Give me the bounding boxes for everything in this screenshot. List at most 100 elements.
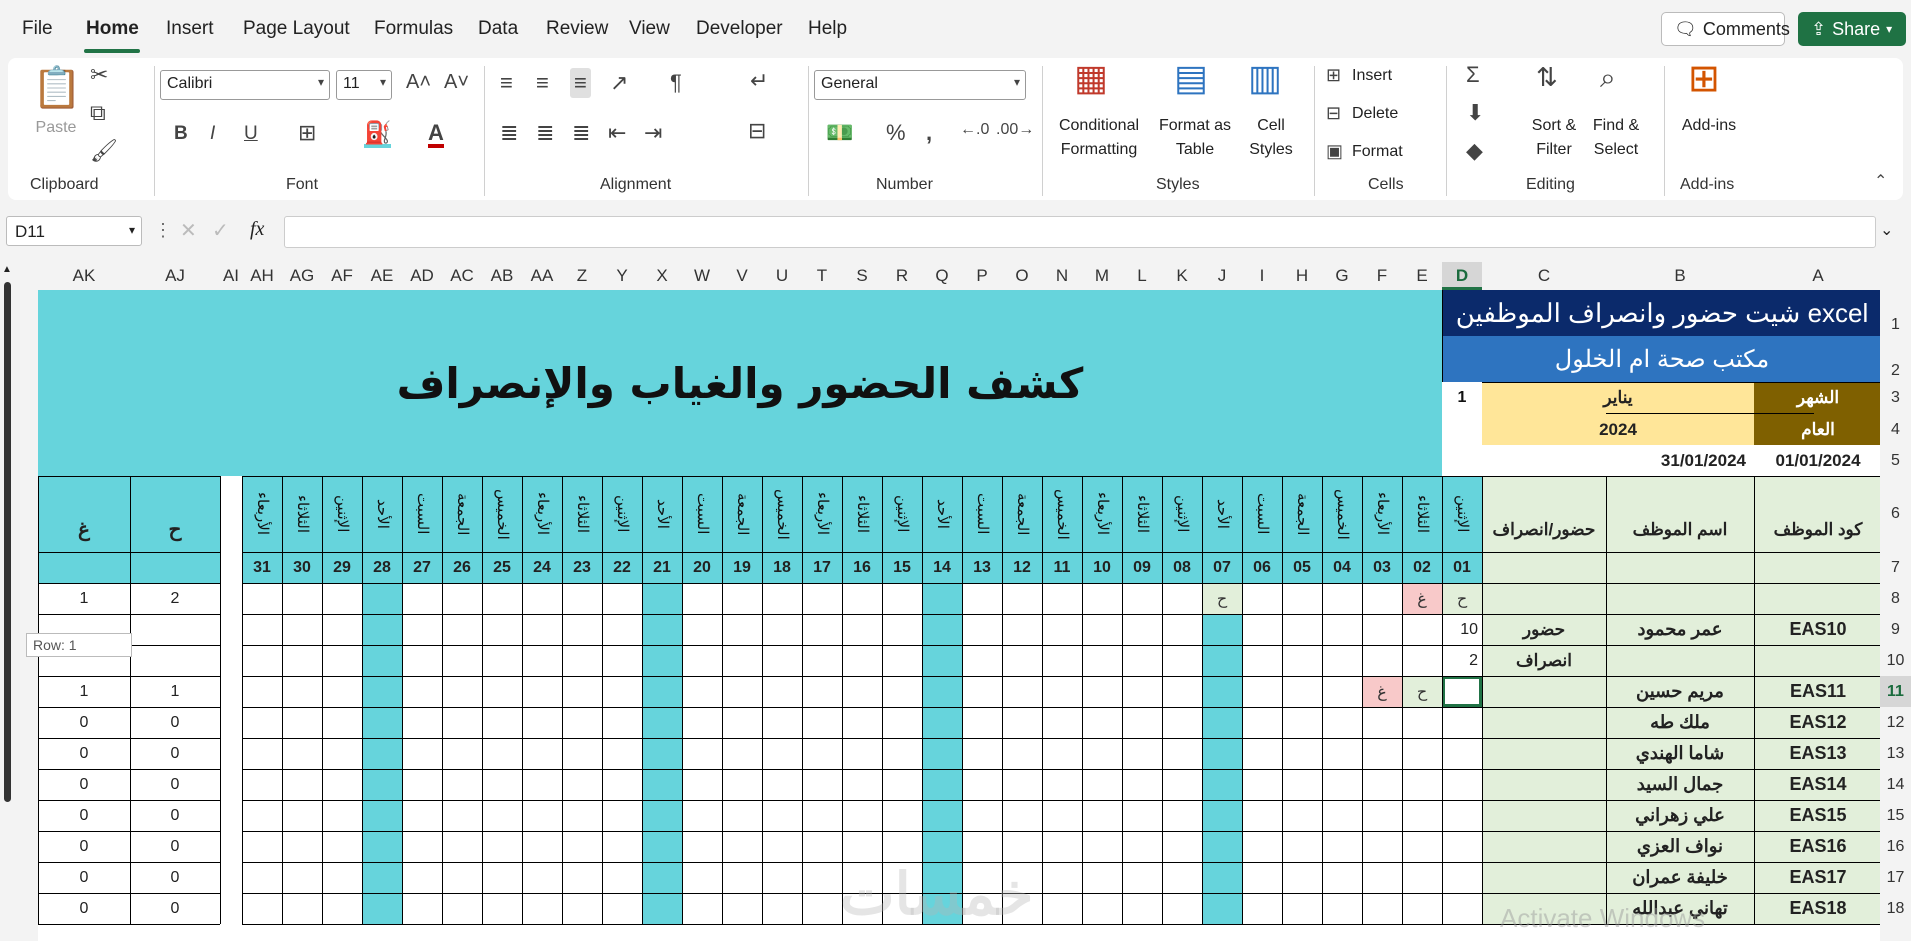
orientation-icon[interactable]: ↗ <box>610 72 628 94</box>
row-header-8[interactable]: 8 <box>1880 583 1911 614</box>
row-header-12[interactable]: 12 <box>1880 707 1911 738</box>
align-middle-icon[interactable]: ≡ <box>536 72 549 94</box>
currency-icon[interactable]: 💵 <box>826 122 853 144</box>
row-header-7[interactable]: 7 <box>1880 552 1911 583</box>
increase-decimal-icon[interactable]: ←.0 <box>960 122 989 138</box>
decrease-decimal-icon[interactable]: .00→ <box>996 122 1034 138</box>
scroll-thumb[interactable] <box>4 282 11 802</box>
format-as-table-label[interactable]: Format as <box>1154 114 1236 138</box>
delete-cells-label[interactable]: Delete <box>1352 102 1398 126</box>
column-header-ai[interactable]: AI <box>220 262 242 290</box>
share-button[interactable]: ⇪ Share ▾ <box>1798 12 1906 46</box>
column-header-x[interactable]: X <box>642 262 682 290</box>
insert-cells-icon[interactable]: ⊞ <box>1326 66 1341 84</box>
column-header-z[interactable]: Z <box>562 262 602 290</box>
column-header-c[interactable]: C <box>1482 262 1606 290</box>
menu-insert[interactable]: Insert <box>166 18 214 40</box>
align-left-icon[interactable]: ≣ <box>500 122 518 144</box>
column-header-ab[interactable]: AB <box>482 262 522 290</box>
menu-formulas[interactable]: Formulas <box>374 18 453 40</box>
format-painter-icon[interactable]: 🖌 <box>90 140 118 162</box>
worksheet-grid[interactable]: كشف الحضور والغياب والإنصراف شيت حضور وان… <box>38 290 1880 941</box>
column-header-u[interactable]: U <box>762 262 802 290</box>
align-top-icon[interactable]: ≡ <box>500 72 513 94</box>
column-header-d[interactable]: D <box>1442 262 1482 290</box>
row-header-4[interactable]: 4 <box>1880 414 1911 445</box>
column-header-q[interactable]: Q <box>922 262 962 290</box>
column-header-ag[interactable]: AG <box>282 262 322 290</box>
row-header-5[interactable]: 5 <box>1880 445 1911 476</box>
conditional-formatting-label[interactable]: Conditional <box>1044 114 1154 138</box>
column-header-af[interactable]: AF <box>322 262 362 290</box>
format-as-table-icon[interactable]: ▤ <box>1174 60 1208 96</box>
column-header-y[interactable]: Y <box>602 262 642 290</box>
find-select-label-2[interactable]: Select <box>1576 138 1656 162</box>
italic-icon[interactable]: I <box>210 124 215 143</box>
cancel-icon[interactable]: ✕ <box>180 218 197 243</box>
fill-color-icon[interactable]: ⛽ <box>364 122 392 148</box>
row-header-3[interactable]: 3 <box>1880 382 1911 414</box>
add-ins-label[interactable]: Add-ins <box>1668 114 1750 138</box>
menu-help[interactable]: Help <box>808 18 847 40</box>
row-header-16[interactable]: 16 <box>1880 831 1911 862</box>
row-header-15[interactable]: 15 <box>1880 800 1911 831</box>
column-header-p[interactable]: P <box>962 262 1002 290</box>
cell-styles-label[interactable]: Cell <box>1236 114 1306 138</box>
column-header-ad[interactable]: AD <box>402 262 442 290</box>
column-header-ac[interactable]: AC <box>442 262 482 290</box>
column-header-t[interactable]: T <box>802 262 842 290</box>
delete-cells-icon[interactable]: ⊟ <box>1326 104 1341 122</box>
menu-page-layout[interactable]: Page Layout <box>243 18 350 40</box>
row-header-14[interactable]: 14 <box>1880 769 1911 800</box>
rtl-icon[interactable]: ¶ <box>670 72 682 94</box>
conditional-formatting-icon[interactable]: ▦ <box>1074 60 1108 96</box>
clear-icon[interactable]: ◆ <box>1466 140 1483 162</box>
cell-styles-icon[interactable]: ▥ <box>1248 60 1282 96</box>
fill-icon[interactable]: ⬇ <box>1466 102 1484 124</box>
selected-cell-d11[interactable] <box>1442 676 1482 707</box>
comments-button[interactable]: 🗨 Comments <box>1661 12 1790 46</box>
name-box[interactable]: D11 ▾ <box>6 216 142 246</box>
vertical-scrollbar[interactable]: ▲ <box>0 262 20 941</box>
align-center-icon[interactable]: ≣ <box>536 122 554 144</box>
font-color-icon[interactable]: A <box>428 122 444 148</box>
paste-label[interactable]: Paste <box>30 116 82 140</box>
find-select-label[interactable]: Find & <box>1576 114 1656 138</box>
conditional-formatting-label-2[interactable]: Formatting <box>1044 138 1154 162</box>
menu-file[interactable]: File <box>22 18 53 40</box>
column-header-ae[interactable]: AE <box>362 262 402 290</box>
column-header-r[interactable]: R <box>882 262 922 290</box>
row-header-13[interactable]: 13 <box>1880 738 1911 769</box>
menu-home[interactable]: Home <box>86 18 139 40</box>
cell-styles-label-2[interactable]: Styles <box>1236 138 1306 162</box>
bold-icon[interactable]: B <box>174 124 188 143</box>
expand-formula-icon[interactable]: ⌄ <box>1880 220 1893 240</box>
autosum-icon[interactable]: Σ <box>1466 64 1480 86</box>
column-header-f[interactable]: F <box>1362 262 1402 290</box>
column-header-ah[interactable]: AH <box>242 262 282 290</box>
row-header-18[interactable]: 18 <box>1880 893 1911 924</box>
increase-font-icon[interactable]: A˄ <box>406 72 431 92</box>
borders-icon[interactable]: ⊞ <box>298 122 316 144</box>
column-header-m[interactable]: M <box>1082 262 1122 290</box>
format-as-table-label-2[interactable]: Table <box>1154 138 1236 162</box>
row-header-1[interactable]: 1 <box>1880 290 1911 336</box>
column-header-v[interactable]: V <box>722 262 762 290</box>
enter-icon[interactable]: ✓ <box>212 218 229 243</box>
scroll-up-icon[interactable]: ▲ <box>2 264 12 275</box>
column-header-k[interactable]: K <box>1162 262 1202 290</box>
merge-center-icon[interactable]: ⊟ <box>748 120 766 142</box>
number-format-combo[interactable]: General ▾ <box>814 70 1026 100</box>
insert-function-icon[interactable]: fx <box>250 218 264 241</box>
add-ins-icon[interactable]: ⊞ <box>1688 60 1720 98</box>
column-header-s[interactable]: S <box>842 262 882 290</box>
row-header-17[interactable]: 17 <box>1880 862 1911 893</box>
decrease-font-icon[interactable]: A˅ <box>444 72 469 92</box>
column-header-a[interactable]: A <box>1754 262 1882 290</box>
menu-developer[interactable]: Developer <box>696 18 783 40</box>
paste-icon[interactable]: 📋 <box>32 68 82 108</box>
column-header-l[interactable]: L <box>1122 262 1162 290</box>
row-header-9[interactable]: 9 <box>1880 614 1911 645</box>
find-select-icon[interactable]: ⌕ <box>1600 64 1616 92</box>
align-bottom-icon[interactable]: ≡ <box>570 68 591 98</box>
